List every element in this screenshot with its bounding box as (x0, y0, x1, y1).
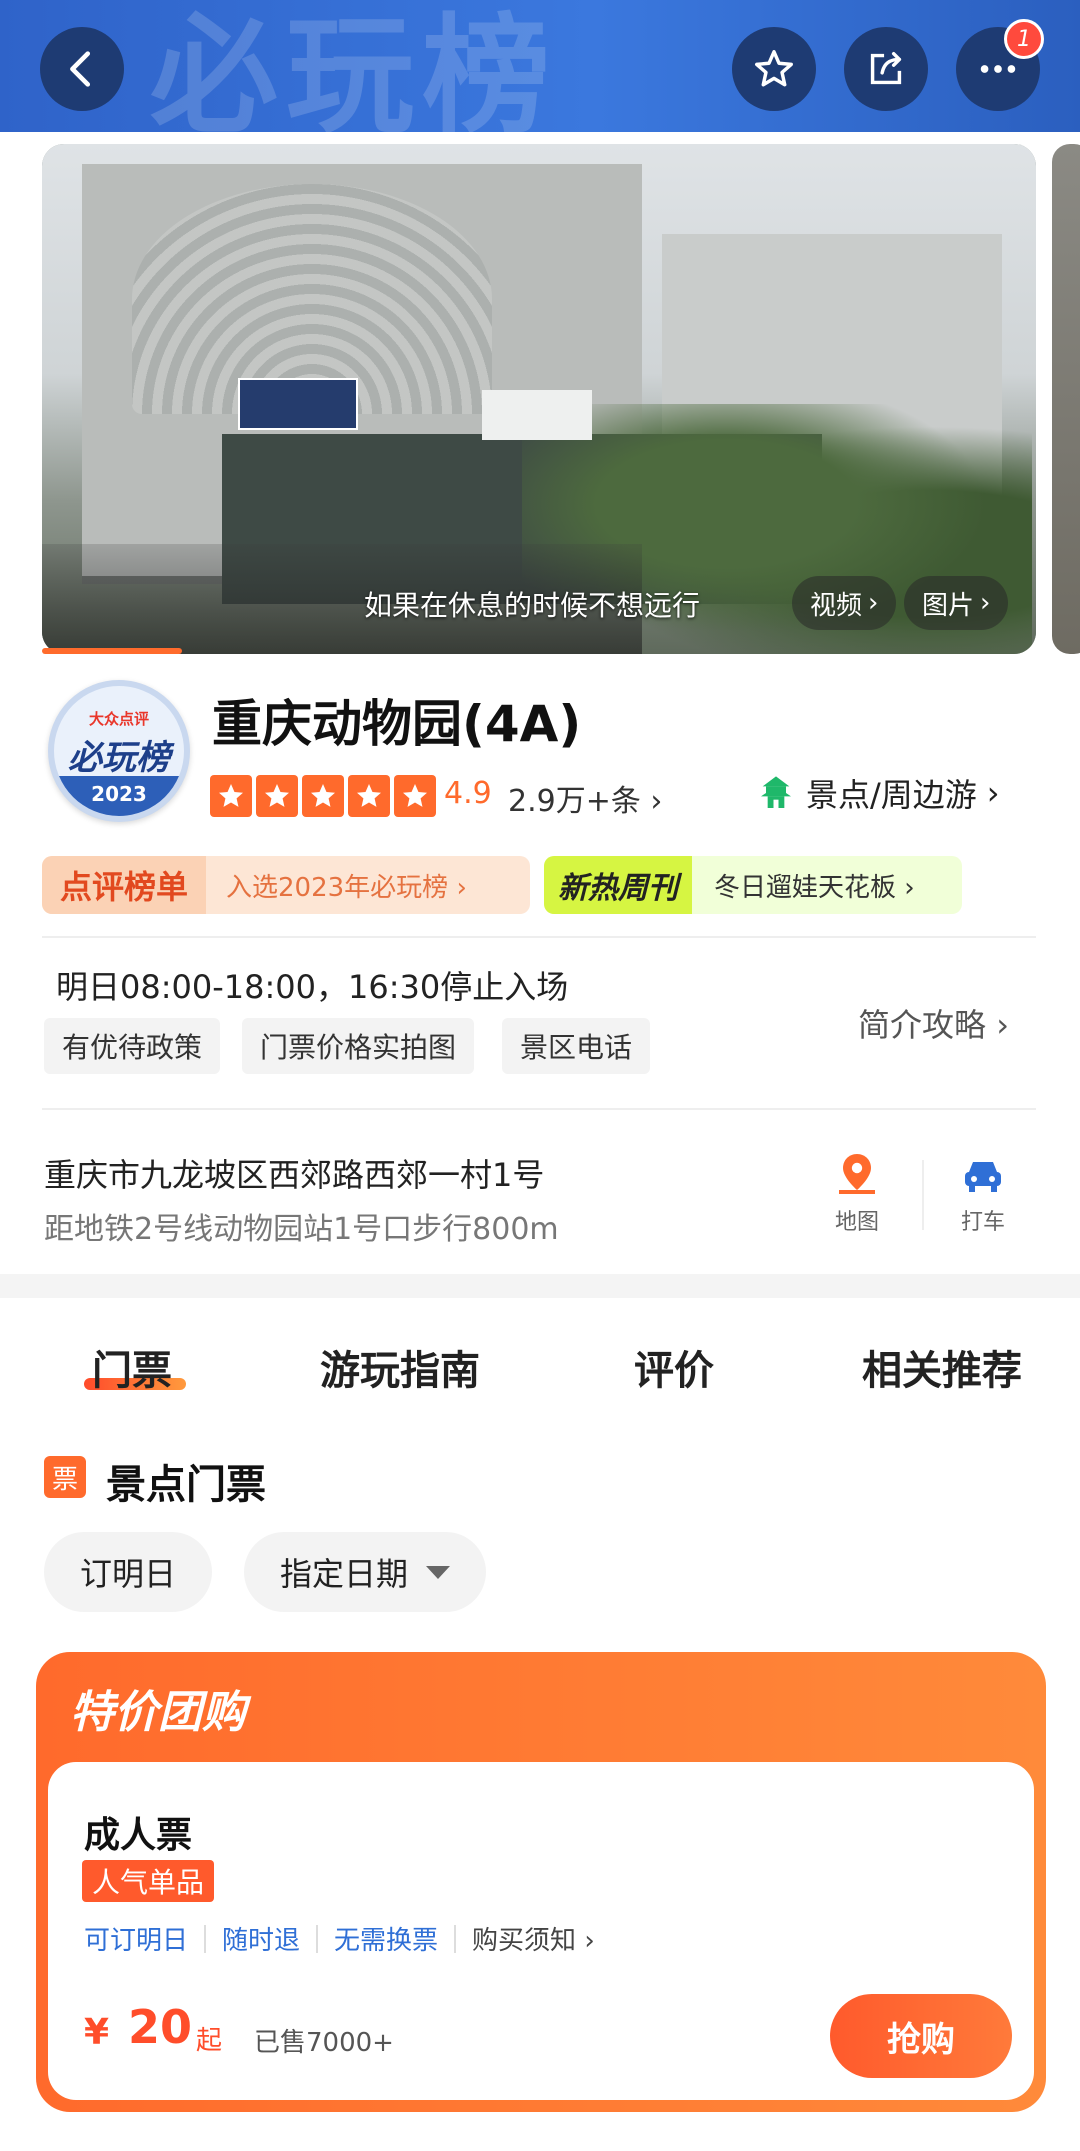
share-button[interactable] (844, 27, 928, 111)
logo-year: 2023 (54, 776, 184, 816)
car-icon (965, 1162, 1001, 1192)
video-label: 视频 (810, 590, 863, 621)
tab-reviews[interactable]: 评价 (634, 1338, 714, 1396)
video-button[interactable]: 视频 › (792, 576, 897, 630)
favorite-button[interactable] (732, 27, 816, 111)
photos-button[interactable]: 图片 › (904, 576, 1009, 630)
map-label: 地图 (834, 1210, 879, 1235)
weekly-tag: 新热周刊 (544, 856, 692, 914)
date-picker[interactable]: 指定日期 (244, 1532, 487, 1612)
buy-button[interactable]: 抢购 (830, 1994, 1012, 2078)
map-button[interactable]: 地图 (812, 1150, 902, 1236)
hot-tag: 人气单品 (82, 1860, 215, 1902)
metro-distance: 距地铁2号线动物园站1号口步行800m (44, 1212, 559, 1247)
guide-label: 简介攻略 (858, 1006, 987, 1044)
tab-guide[interactable]: 游玩指南 (320, 1338, 480, 1396)
star-icon (302, 775, 344, 817)
policy-chip[interactable]: 有优待政策 (44, 1018, 221, 1074)
chevron-right-icon: › (868, 588, 879, 618)
deal-title: 特价团购 (70, 1687, 246, 1738)
ticket-photo-chip[interactable]: 门票价格实拍图 (242, 1018, 475, 1074)
ranking-tag: 点评榜单 (42, 856, 207, 914)
weekly-text: 冬日遛娃天花板 (714, 872, 897, 903)
section-gap (0, 1274, 1080, 1298)
next-media-peek[interactable] (1052, 144, 1080, 654)
tab-recommend[interactable]: 相关推荐 (862, 1338, 1022, 1396)
tomorrow-chip[interactable]: 订明日 (44, 1532, 213, 1612)
ticket-icon: 票 (44, 1456, 86, 1498)
sold-count: 已售7000+ (254, 2028, 394, 2058)
star-icon (755, 50, 793, 87)
pagoda-icon (761, 776, 791, 808)
guide-link[interactable]: 简介攻略 › (858, 1000, 1009, 1046)
rating-stars (210, 775, 436, 817)
hero-media[interactable]: 如果在休息的时候不想远行 视频 › 图片 › (42, 144, 1036, 654)
photo-entrance-sign (482, 390, 592, 440)
star-icon (210, 775, 252, 817)
place-title: 重庆动物园(4A) (212, 695, 582, 753)
address-line[interactable]: 重庆市九龙坡区西郊路西郊一村1号 (44, 1150, 544, 1196)
media-progress (42, 648, 182, 654)
video-caption: 如果在休息的时候不想远行 (364, 589, 701, 622)
weekly-banner[interactable]: 新热周刊 冬日遛娃天花板 › (544, 856, 962, 914)
photo-sign (238, 378, 358, 430)
chevron-right-icon: › (904, 872, 915, 903)
star-icon (256, 775, 298, 817)
divider (42, 936, 1036, 938)
chevron-right-icon: › (986, 774, 1000, 812)
chevron-right-icon: › (980, 588, 991, 618)
ranking-banner[interactable]: 点评榜单 入选2023年必玩榜 › (42, 856, 530, 914)
tomorrow-label: 订明日 (80, 1555, 177, 1593)
group-deal-card: 特价团购 成人票 人气单品 可订明日 随时退 无需换票 购买须知 › ¥ 20 … (36, 1652, 1046, 2112)
product-name: 成人票 (84, 1815, 193, 1856)
back-arrow-icon (70, 51, 91, 87)
back-button[interactable] (40, 27, 124, 111)
divider (42, 1108, 1036, 1110)
logo-title: 必玩榜 (68, 738, 170, 778)
deal-item[interactable]: 成人票 人气单品 可订明日 随时退 无需换票 购买须知 › ¥ 20 起 已售7… (48, 1762, 1034, 2100)
purchase-notice-link[interactable]: 购买须知 › (472, 1920, 595, 1957)
must-play-logo: 大众点评 必玩榜 2023 (48, 680, 190, 822)
share-icon (870, 51, 902, 85)
chevron-right-icon: › (996, 1006, 1009, 1044)
map-pin-icon (839, 1154, 875, 1194)
category-label: 景点/周边游 (806, 776, 977, 814)
tab-tickets[interactable]: 门票 (92, 1338, 172, 1396)
feature-tag: 随时退 (222, 1926, 301, 1956)
photos-label: 图片 (922, 590, 975, 621)
more-button[interactable]: 1 (956, 19, 1044, 111)
notification-badge: 1 (1004, 19, 1044, 59)
review-count-link[interactable]: 2.9万+条 › (508, 776, 662, 820)
dropdown-triangle-icon (426, 1565, 451, 1579)
header-watermark: 必玩榜 (150, 2, 559, 132)
chevron-right-icon: › (650, 784, 663, 819)
ranking-text: 入选2023年必玩榜 (226, 872, 449, 903)
category-link[interactable]: 景点/周边游 › (756, 770, 1000, 816)
feature-tag: 无需换票 (334, 1926, 439, 1956)
rating-score: 4.9 (444, 776, 492, 811)
opening-hours: 明日08:00-18:00，16:30停止入场 (56, 968, 569, 1006)
notice-label: 购买须知 (472, 1926, 577, 1956)
divider (454, 1924, 457, 1953)
chevron-right-icon: › (456, 872, 467, 903)
currency-symbol: ¥ (84, 2012, 110, 2053)
taxi-button[interactable]: 打车 (938, 1150, 1028, 1236)
logo-brand: 大众点评 (88, 710, 149, 728)
section-title: 景点门票 (106, 1462, 266, 1508)
divider (316, 1924, 319, 1953)
date-picker-label: 指定日期 (280, 1555, 409, 1593)
star-icon (348, 775, 390, 817)
chevron-right-icon: › (584, 1926, 595, 1956)
star-icon (394, 775, 436, 817)
feature-list: 可订明日 随时退 无需换票 购买须知 › (84, 1920, 595, 1957)
price-suffix: 起 (196, 2026, 223, 2056)
divider (922, 1160, 924, 1230)
divider (204, 1924, 207, 1953)
phone-chip[interactable]: 景区电话 (502, 1018, 651, 1074)
feature-tag: 可订明日 (84, 1926, 189, 1956)
top-bar: 必玩榜 1 (0, 0, 1080, 132)
price: 20 (128, 2000, 193, 2054)
taxi-label: 打车 (960, 1210, 1005, 1235)
review-count: 2.9万+条 (508, 784, 641, 819)
